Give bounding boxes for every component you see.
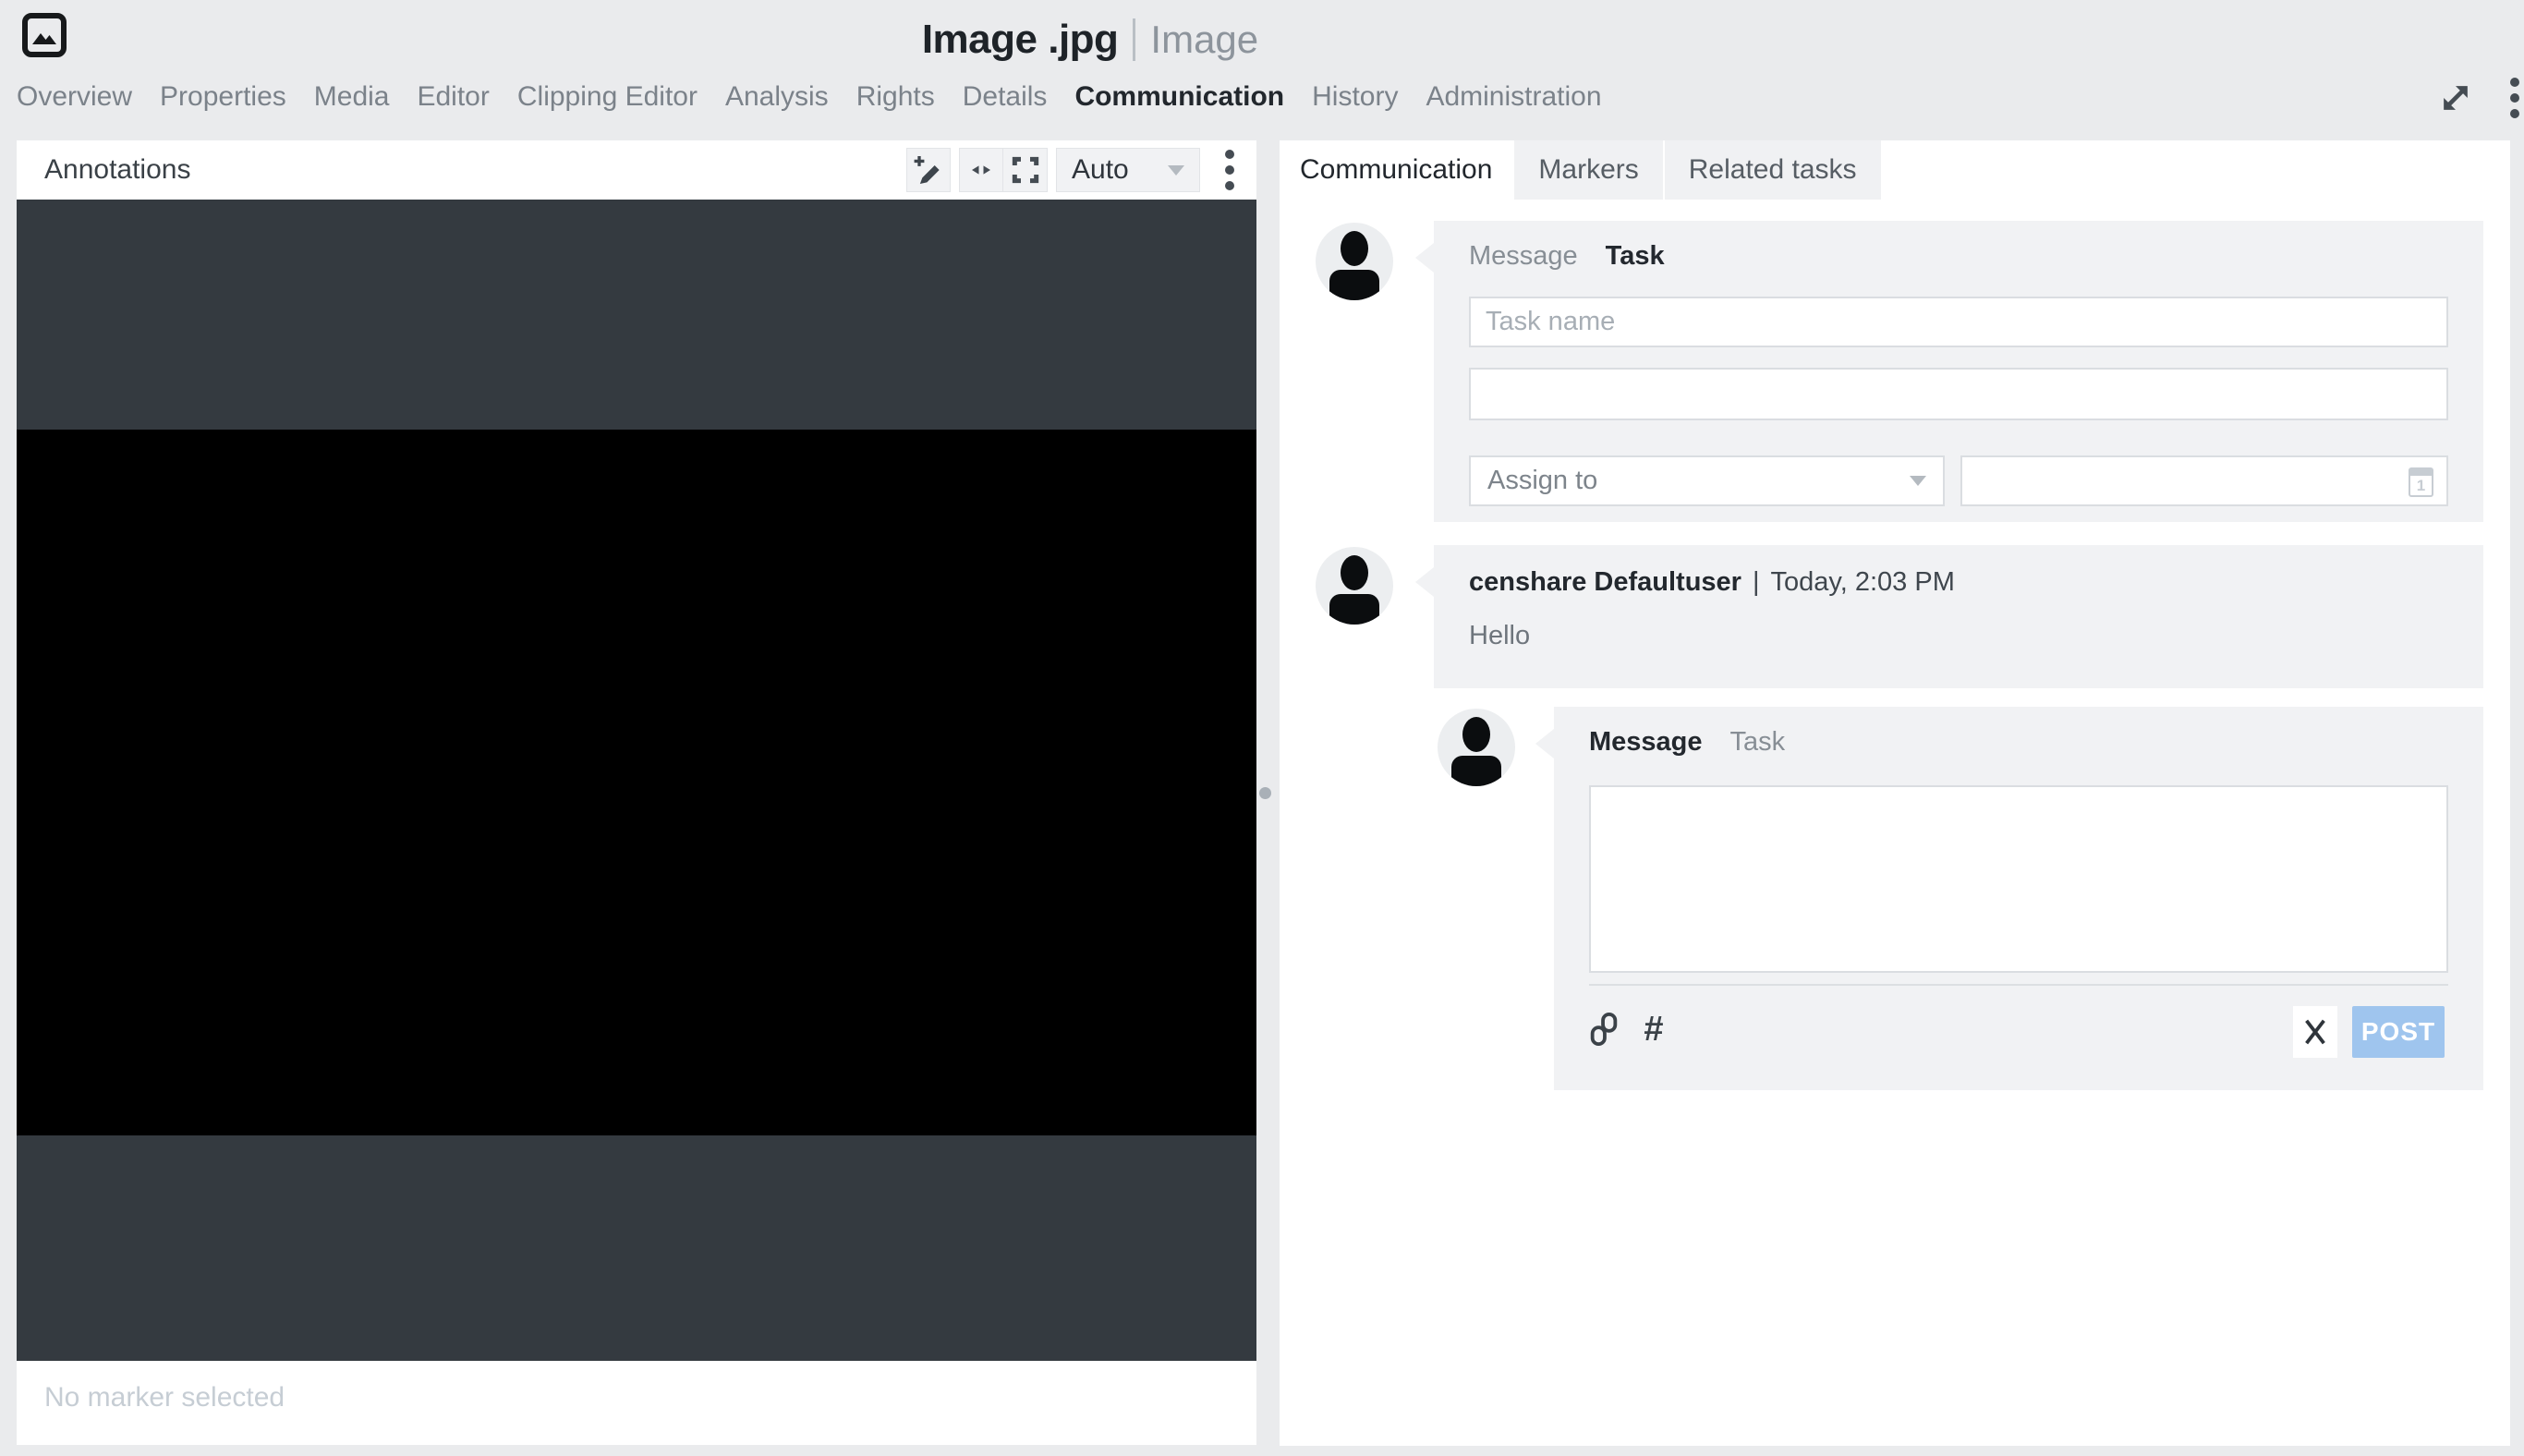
hashtag-icon: # bbox=[1644, 1010, 1663, 1050]
avatar-person-icon bbox=[1341, 555, 1368, 590]
viewer-fit-group bbox=[959, 148, 1048, 192]
attach-link-button[interactable] bbox=[1584, 1004, 1624, 1054]
fit-width-button[interactable] bbox=[959, 148, 1003, 192]
title-divider bbox=[1133, 18, 1135, 61]
viewer-menu-button[interactable] bbox=[1216, 150, 1244, 190]
nav-tab-properties[interactable]: Properties bbox=[160, 81, 286, 113]
fullscreen-brackets-icon bbox=[1007, 152, 1044, 188]
task-description-input[interactable] bbox=[1469, 368, 2448, 420]
kebab-menu-icon bbox=[2510, 78, 2519, 118]
nav-tab-details[interactable]: Details bbox=[963, 81, 1048, 113]
fit-width-icon bbox=[963, 152, 1000, 188]
message-timestamp: Today, 2:03 PM bbox=[1771, 567, 1955, 598]
fullscreen-button[interactable] bbox=[1003, 148, 1048, 192]
zoom-level-select[interactable]: Auto bbox=[1056, 148, 1200, 192]
post-button[interactable]: POST bbox=[2352, 1006, 2445, 1058]
message-text: Hello bbox=[1469, 621, 1530, 651]
assign-to-label: Assign to bbox=[1487, 466, 1597, 496]
message-meta-divider: | bbox=[1753, 567, 1760, 598]
avatar-person-icon bbox=[1462, 717, 1490, 752]
composer-mode-toggle: Message Task bbox=[1469, 241, 1665, 272]
asset-title: Image .jpg bbox=[922, 17, 1119, 63]
asset-type-label: Image bbox=[1150, 18, 1258, 62]
due-date-input[interactable]: 1 bbox=[1960, 455, 2448, 506]
message-header: censhare Defaultuser | Today, 2:03 PM bbox=[1469, 567, 1955, 598]
add-hashtag-button[interactable]: # bbox=[1633, 1004, 1674, 1054]
expand-fullscreen-button[interactable] bbox=[2433, 76, 2478, 120]
image-preview[interactable] bbox=[17, 430, 1256, 1135]
mode-message[interactable]: Message bbox=[1589, 727, 1703, 758]
tab-markers[interactable]: Markers bbox=[1512, 140, 1662, 200]
calendar-icon: 1 bbox=[2409, 467, 2433, 497]
avatar bbox=[1438, 709, 1515, 786]
mode-message[interactable]: Message bbox=[1469, 241, 1578, 272]
assign-to-select[interactable]: Assign to bbox=[1469, 455, 1945, 506]
add-annotation-button[interactable] bbox=[906, 148, 951, 192]
nav-tab-administration[interactable]: Administration bbox=[1426, 81, 1601, 113]
task-name-input[interactable] bbox=[1469, 297, 2448, 347]
mode-task[interactable]: Task bbox=[1730, 727, 1786, 758]
annotation-viewer-canvas[interactable] bbox=[17, 200, 1256, 1361]
annotations-panel: Annotations Auto bbox=[17, 140, 1256, 1445]
cancel-button[interactable] bbox=[2293, 1006, 2337, 1058]
communication-tab-bar: Communication Markers Related tasks bbox=[1280, 140, 2510, 200]
tab-related-tasks[interactable]: Related tasks bbox=[1663, 140, 1881, 200]
composer-mode-toggle: Message Task bbox=[1589, 727, 1785, 758]
task-composer: Message Task Assign to 1 bbox=[1434, 221, 2483, 522]
avatar-person-icon bbox=[1341, 231, 1368, 266]
close-x-icon bbox=[2301, 1015, 2329, 1049]
message-body-textarea[interactable] bbox=[1589, 785, 2448, 973]
expand-arrows-icon bbox=[2435, 78, 2476, 118]
image-asset-icon bbox=[20, 11, 68, 59]
annotations-panel-title: Annotations bbox=[44, 140, 190, 200]
reply-composer: Message Task # POST bbox=[1554, 707, 2483, 1090]
message-author: censhare Defaultuser bbox=[1469, 567, 1741, 598]
pencil-plus-icon bbox=[910, 152, 947, 188]
nav-tab-overview[interactable]: Overview bbox=[17, 81, 132, 113]
nav-tab-analysis[interactable]: Analysis bbox=[725, 81, 829, 113]
avatar bbox=[1316, 547, 1393, 625]
nav-tab-editor[interactable]: Editor bbox=[417, 81, 489, 113]
tab-communication[interactable]: Communication bbox=[1280, 140, 1512, 200]
kebab-menu-icon bbox=[1225, 150, 1234, 190]
marker-status-text: No marker selected bbox=[44, 1361, 285, 1444]
link-chain-icon bbox=[1586, 1010, 1621, 1049]
page-title: Image .jpg Image bbox=[721, 11, 1460, 68]
composer-divider bbox=[1589, 984, 2448, 986]
nav-tab-clipping-editor[interactable]: Clipping Editor bbox=[517, 81, 698, 113]
annotations-footer: No marker selected bbox=[17, 1361, 1256, 1444]
communication-panel: Communication Markers Related tasks Mess… bbox=[1280, 140, 2510, 1446]
nav-tab-rights[interactable]: Rights bbox=[856, 81, 935, 113]
nav-tab-communication[interactable]: Communication bbox=[1074, 81, 1284, 113]
asset-nav: Overview Properties Media Editor Clippin… bbox=[17, 78, 1602, 116]
avatar bbox=[1316, 223, 1393, 300]
chevron-down-icon bbox=[1910, 476, 1926, 486]
mode-task[interactable]: Task bbox=[1606, 241, 1665, 272]
message-item: censhare Defaultuser | Today, 2:03 PM He… bbox=[1434, 545, 2483, 688]
zoom-level-value: Auto bbox=[1072, 154, 1129, 186]
chevron-down-icon bbox=[1168, 165, 1184, 176]
header-menu-button[interactable] bbox=[2493, 76, 2524, 120]
viewer-toolbar: Auto bbox=[906, 148, 1244, 192]
nav-tab-media[interactable]: Media bbox=[314, 81, 390, 113]
panel-splitter-handle[interactable] bbox=[1259, 787, 1271, 799]
nav-tab-history[interactable]: History bbox=[1312, 81, 1398, 113]
